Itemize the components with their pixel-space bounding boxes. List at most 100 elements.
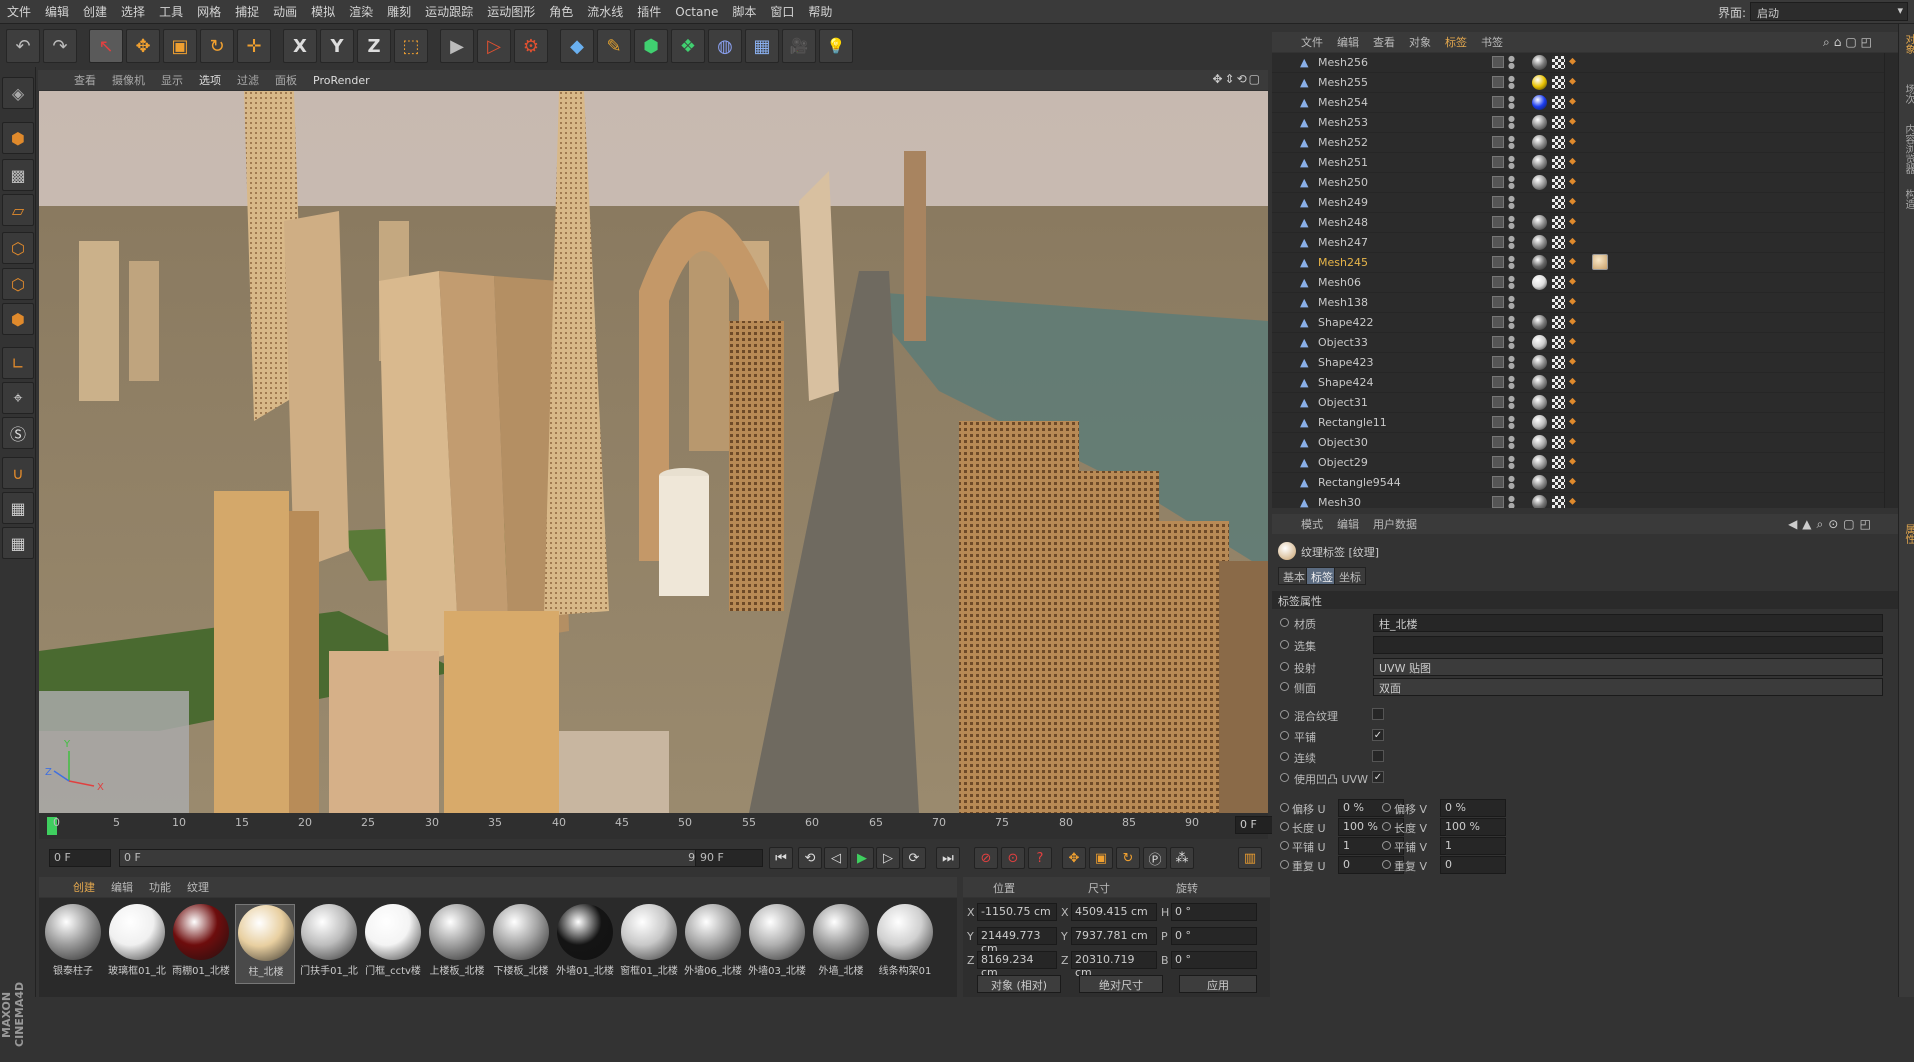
rotate-icon[interactable]: ↻ [200, 29, 234, 63]
object-row[interactable]: ▲ Mesh255 ● ● ⬥ [1272, 73, 1884, 93]
grid-icon[interactable]: ▦ [2, 527, 34, 559]
object-name[interactable]: Shape423 [1318, 356, 1373, 369]
object-name[interactable]: Mesh254 [1318, 96, 1368, 109]
object-row[interactable]: ▲ Shape424 ● ● ⬥ [1272, 373, 1884, 393]
object-menu-objects[interactable]: 对象 [1402, 34, 1438, 50]
phong-tag-icon[interactable]: ⬥ [1569, 436, 1579, 448]
object-name[interactable]: Mesh256 [1318, 56, 1368, 69]
object-row[interactable]: ▲ Mesh30 ● ● ⬥ [1272, 493, 1884, 508]
layer-toggle-icon[interactable] [1492, 276, 1504, 288]
uv-param-field[interactable]: 0 [1440, 856, 1506, 874]
uvw-tag-icon[interactable] [1552, 336, 1565, 349]
visibility-dots-icon[interactable]: ● ● [1508, 495, 1515, 509]
material-menu-create[interactable]: 创建 [65, 879, 103, 895]
material-swatch[interactable]: 窗框01_北楼 [619, 904, 679, 984]
next-key-icon[interactable]: ⟳ [902, 847, 926, 869]
material-field[interactable]: 柱_北楼 [1373, 614, 1883, 632]
uv-param-field[interactable]: 0 % [1440, 799, 1506, 817]
material-tag-icon[interactable] [1532, 375, 1547, 390]
object-name[interactable]: Mesh252 [1318, 136, 1368, 149]
visibility-dots-icon[interactable]: ● ● [1508, 275, 1515, 290]
phong-tag-icon[interactable]: ⬥ [1569, 136, 1579, 148]
light-icon[interactable]: 💡 [819, 29, 853, 63]
side-select[interactable]: 双面 [1373, 678, 1883, 696]
object-row[interactable]: ▲ Mesh06 ● ● ⬥ [1272, 273, 1884, 293]
layer-toggle-icon[interactable] [1492, 256, 1504, 268]
object-name[interactable]: Mesh248 [1318, 216, 1368, 229]
menu-sculpt[interactable]: 雕刻 [380, 3, 418, 20]
key-position-icon[interactable]: ✥ [1062, 847, 1086, 869]
rot-b-field[interactable]: 0 ° [1171, 951, 1257, 969]
object-row[interactable]: ▲ Mesh249 ● ● ⬥ [1272, 193, 1884, 213]
uvw-tag-icon[interactable] [1552, 456, 1565, 469]
object-name[interactable]: Mesh138 [1318, 296, 1368, 309]
start-frame-field[interactable]: 0 F [49, 849, 111, 867]
material-tag-icon[interactable] [1532, 115, 1547, 130]
object-name[interactable]: Mesh245 [1318, 256, 1368, 269]
uvw-tag-icon[interactable] [1552, 416, 1565, 429]
object-name[interactable]: Shape422 [1318, 316, 1373, 329]
key-scale-icon[interactable]: ▣ [1089, 847, 1113, 869]
object-row[interactable]: ▲ Object30 ● ● ⬥ [1272, 433, 1884, 453]
object-name[interactable]: Rectangle11 [1318, 416, 1387, 429]
visibility-dots-icon[interactable]: ● ● [1508, 155, 1515, 170]
phong-tag-icon[interactable]: ⬥ [1569, 276, 1579, 288]
attr-menu-edit[interactable]: 编辑 [1330, 516, 1366, 532]
layer-toggle-icon[interactable] [1492, 176, 1504, 188]
object-row[interactable]: ▲ Mesh254 ● ● ⬥ [1272, 93, 1884, 113]
size-x-field[interactable]: 4509.415 cm [1071, 903, 1157, 921]
object-name[interactable]: Mesh250 [1318, 176, 1368, 189]
object-name[interactable]: Mesh255 [1318, 76, 1368, 89]
material-swatch[interactable]: 玻璃框01_北 [107, 904, 167, 984]
object-name[interactable]: Object33 [1318, 336, 1368, 349]
layer-toggle-icon[interactable] [1492, 476, 1504, 488]
uvw-tag-icon[interactable] [1552, 176, 1565, 189]
phong-tag-icon[interactable]: ⬥ [1569, 196, 1579, 208]
key-rotation-icon[interactable]: ↻ [1116, 847, 1140, 869]
uv-param-anim-dot[interactable] [1382, 822, 1391, 831]
pos-z-field[interactable]: 8169.234 cm [977, 951, 1057, 979]
pos-x-field[interactable]: -1150.75 cm [977, 903, 1057, 921]
size-y-field[interactable]: 7937.781 cm [1071, 927, 1157, 945]
projection-select[interactable]: UVW 贴图 [1373, 658, 1883, 676]
viewport-menu-display[interactable]: 显示 [153, 72, 191, 88]
visibility-dots-icon[interactable]: ● ● [1508, 175, 1515, 190]
phong-tag-icon[interactable]: ⬥ [1569, 396, 1579, 408]
phong-tag-icon[interactable]: ⬥ [1569, 316, 1579, 328]
material-swatch[interactable]: 外墙03_北楼 [747, 904, 807, 984]
side-tab-content-browser[interactable]: 内容浏览器 [1901, 124, 1914, 174]
uvw-tag-icon[interactable] [1552, 296, 1565, 309]
layer-toggle-icon[interactable] [1492, 296, 1504, 308]
object-name[interactable]: Mesh30 [1318, 496, 1361, 508]
menu-file[interactable]: 文件 [0, 3, 38, 20]
object-name[interactable]: Object29 [1318, 456, 1368, 469]
layer-toggle-icon[interactable] [1492, 236, 1504, 248]
uvw-tag-icon[interactable] [1552, 56, 1565, 69]
y-axis-lock-icon[interactable]: Y [320, 29, 354, 63]
visibility-dots-icon[interactable]: ● ● [1508, 475, 1515, 490]
layer-toggle-icon[interactable] [1492, 416, 1504, 428]
floor-icon[interactable]: ▦ [745, 29, 779, 63]
viewport-menu-view[interactable]: 查看 [66, 72, 104, 88]
phong-tag-icon[interactable]: ⬥ [1569, 476, 1579, 488]
object-row[interactable]: ▲ Mesh247 ● ● ⬥ [1272, 233, 1884, 253]
material-tag-icon[interactable] [1532, 235, 1547, 250]
material-menu-texture[interactable]: 纹理 [179, 879, 217, 895]
menu-edit[interactable]: 编辑 [38, 3, 76, 20]
menu-simulate[interactable]: 模拟 [304, 3, 342, 20]
object-row[interactable]: ▲ Rectangle9544 ● ● ⬥ [1272, 473, 1884, 493]
object-row[interactable]: ▲ Mesh248 ● ● ⬥ [1272, 213, 1884, 233]
phong-tag-icon[interactable]: ⬥ [1569, 56, 1579, 68]
material-swatch[interactable]: 银泰柱子 [43, 904, 103, 984]
scale-icon[interactable]: ▣ [163, 29, 197, 63]
object-row[interactable]: ▲ Mesh245 ● ● ⬥ [1272, 253, 1884, 273]
record-key-icon[interactable]: ⊘ [974, 847, 998, 869]
phong-tag-icon[interactable]: ⬥ [1569, 496, 1579, 508]
object-name[interactable]: Rectangle9544 [1318, 476, 1401, 489]
side-tab-attributes[interactable]: 属性 [1901, 524, 1914, 544]
selection-field[interactable] [1373, 636, 1883, 654]
model-mode-icon[interactable]: ⬢ [2, 122, 34, 154]
object-row[interactable]: ▲ Shape423 ● ● ⬥ [1272, 353, 1884, 373]
layer-toggle-icon[interactable] [1492, 376, 1504, 388]
object-name[interactable]: Shape424 [1318, 376, 1373, 389]
